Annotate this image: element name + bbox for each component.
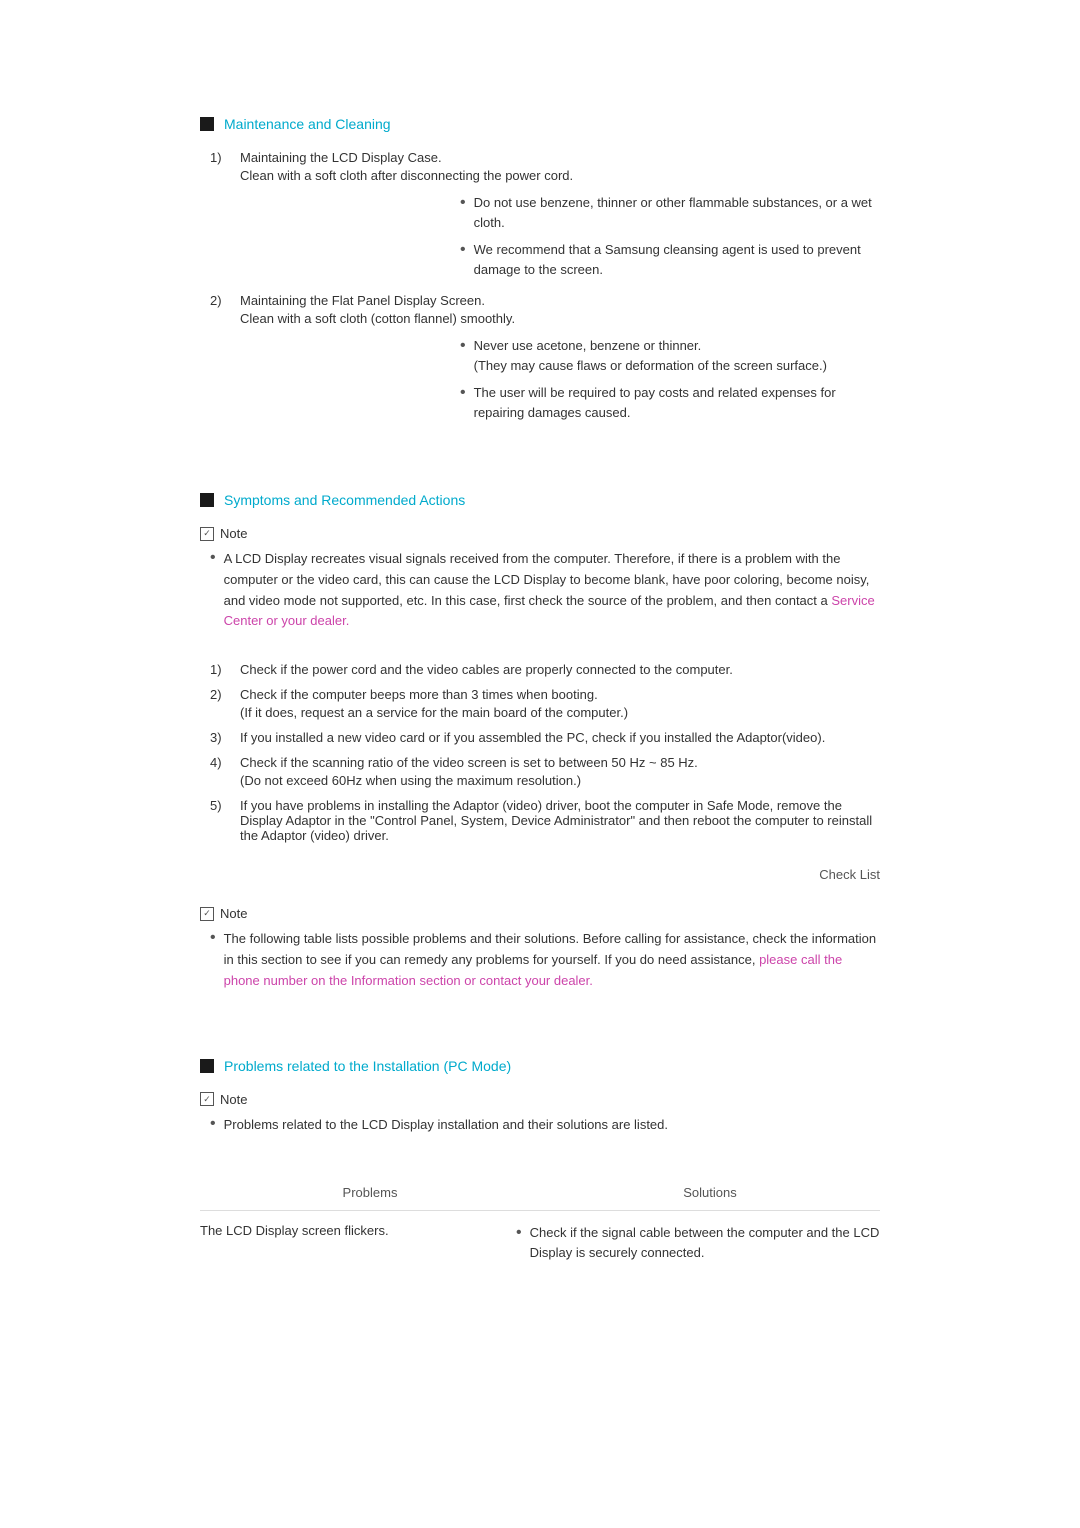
symptoms-item-4: 4) Check if the scanning ratio of the vi… xyxy=(210,755,880,788)
installation-table: Problems Solutions The LCD Display scree… xyxy=(200,1185,880,1282)
note-checkbox-row: ✓ Note xyxy=(200,1092,880,1107)
installation-title: Problems related to the Installation (PC… xyxy=(224,1058,511,1074)
symptoms-item-5: 5) If you have problems in installing th… xyxy=(210,798,880,843)
symptoms-item-3: 3) If you installed a new video card or … xyxy=(210,730,880,745)
item-1-sub: Clean with a soft cloth after disconnect… xyxy=(240,168,880,183)
checklist-note-text: The following table lists possible probl… xyxy=(224,929,880,991)
check-list-label: Check List xyxy=(200,867,880,882)
bullet-item: • Do not use benzene, thinner or other f… xyxy=(460,193,880,232)
note-bullet-row: • Problems related to the LCD Display in… xyxy=(210,1115,880,1136)
item-content: Check if the scanning ratio of the video… xyxy=(240,755,880,788)
bullet-text: Do not use benzene, thinner or other fla… xyxy=(474,193,880,232)
table-cell-problem: The LCD Display screen flickers. xyxy=(200,1223,506,1270)
item-1-content: Maintaining the LCD Display Case. Clean … xyxy=(240,150,880,183)
item-num: 5) xyxy=(210,798,240,843)
item-1-main: Maintaining the LCD Display Case. xyxy=(240,150,880,165)
maintenance-item-1-bullets: • Do not use benzene, thinner or other f… xyxy=(460,193,880,279)
symptoms-item-1: 1) Check if the power cord and the video… xyxy=(210,662,880,677)
maintenance-section-header: Maintenance and Cleaning xyxy=(200,116,880,132)
symptoms-note-main-text: A LCD Display recreates visual signals r… xyxy=(224,551,870,608)
checkbox-icon: ✓ xyxy=(200,907,214,921)
bullet-item: • The user will be required to pay costs… xyxy=(460,383,880,422)
solution-bullet: • Check if the signal cable between the … xyxy=(516,1223,880,1262)
bullet-text: We recommend that a Samsung cleansing ag… xyxy=(474,240,880,279)
bullet-item: • Never use acetone, benzene or thinner.… xyxy=(460,336,880,375)
bullet-dot-icon: • xyxy=(460,240,466,279)
note-checkbox-row: ✓ Note xyxy=(200,526,880,541)
bullet-dot-icon: • xyxy=(460,193,466,232)
bullet-text: The user will be required to pay costs a… xyxy=(474,383,880,422)
item-content: If you have problems in installing the A… xyxy=(240,798,880,843)
item-num: 1) xyxy=(210,662,240,677)
item-2-main: Maintaining the Flat Panel Display Scree… xyxy=(240,293,880,308)
col-header-solutions: Solutions xyxy=(540,1185,880,1200)
bullet-dot-icon: • xyxy=(460,383,466,422)
table-cell-solution: • Check if the signal cable between the … xyxy=(506,1223,880,1270)
symptoms-item-2: 2) Check if the computer beeps more than… xyxy=(210,687,880,720)
item-num: 2) xyxy=(210,687,240,720)
section-square-icon xyxy=(200,493,214,507)
installation-note-block: ✓ Note • Problems related to the LCD Dis… xyxy=(200,1092,880,1136)
item-sub: (Do not exceed 60Hz when using the maxim… xyxy=(240,773,880,788)
item-content: Check if the computer beeps more than 3 … xyxy=(240,687,880,720)
bullet-item: • We recommend that a Samsung cleansing … xyxy=(460,240,880,279)
note-bullet-row: • The following table lists possible pro… xyxy=(210,929,880,991)
item-2-num: 2) xyxy=(210,293,240,326)
item-sub: (If it does, request an a service for th… xyxy=(240,705,880,720)
note-bullet-row: • A LCD Display recreates visual signals… xyxy=(210,549,880,632)
note-label: Note xyxy=(220,526,247,541)
symptoms-title: Symptoms and Recommended Actions xyxy=(224,492,465,508)
item-main: Check if the scanning ratio of the video… xyxy=(240,755,880,770)
note-label: Note xyxy=(220,906,247,921)
item-2-sub: Clean with a soft cloth (cotton flannel)… xyxy=(240,311,880,326)
checkbox-icon: ✓ xyxy=(200,1092,214,1106)
checkbox-icon: ✓ xyxy=(200,527,214,541)
symptoms-note-text: A LCD Display recreates visual signals r… xyxy=(224,549,880,632)
item-content: Check if the power cord and the video ca… xyxy=(240,662,880,677)
maintenance-item-1: 1) Maintaining the LCD Display Case. Cle… xyxy=(210,150,880,183)
maintenance-item-2: 2) Maintaining the Flat Panel Display Sc… xyxy=(210,293,880,326)
bullet-text: Never use acetone, benzene or thinner.(T… xyxy=(474,336,880,375)
table-header: Problems Solutions xyxy=(200,1185,880,1200)
maintenance-item-2-bullets: • Never use acetone, benzene or thinner.… xyxy=(460,336,880,422)
note-checkbox-row: ✓ Note xyxy=(200,906,880,921)
symptoms-note-block: ✓ Note • A LCD Display recreates visual … xyxy=(200,526,880,632)
item-main: Check if the computer beeps more than 3 … xyxy=(240,687,880,702)
section-square-icon xyxy=(200,117,214,131)
bullet-dot-icon: • xyxy=(460,336,466,375)
checklist-note-block: ✓ Note • The following table lists possi… xyxy=(200,906,880,991)
maintenance-title: Maintenance and Cleaning xyxy=(224,116,391,132)
col-header-problems: Problems xyxy=(200,1185,540,1200)
note-label: Note xyxy=(220,1092,247,1107)
item-num: 3) xyxy=(210,730,240,745)
section-square-icon xyxy=(200,1059,214,1073)
item-num: 4) xyxy=(210,755,240,788)
installation-section-header: Problems related to the Installation (PC… xyxy=(200,1058,880,1074)
item-content: If you installed a new video card or if … xyxy=(240,730,880,745)
item-2-content: Maintaining the Flat Panel Display Scree… xyxy=(240,293,880,326)
bullet-dot-icon: • xyxy=(516,1223,522,1262)
item-1-num: 1) xyxy=(210,150,240,183)
installation-note-text: Problems related to the LCD Display inst… xyxy=(224,1115,880,1136)
bullet-dot-icon: • xyxy=(210,929,216,991)
bullet-dot-icon: • xyxy=(210,549,216,632)
solution-text: Check if the signal cable between the co… xyxy=(530,1223,880,1262)
bullet-dot-icon: • xyxy=(210,1115,216,1136)
symptoms-section-header: Symptoms and Recommended Actions xyxy=(200,492,880,508)
table-row: The LCD Display screen flickers. • Check… xyxy=(200,1210,880,1282)
